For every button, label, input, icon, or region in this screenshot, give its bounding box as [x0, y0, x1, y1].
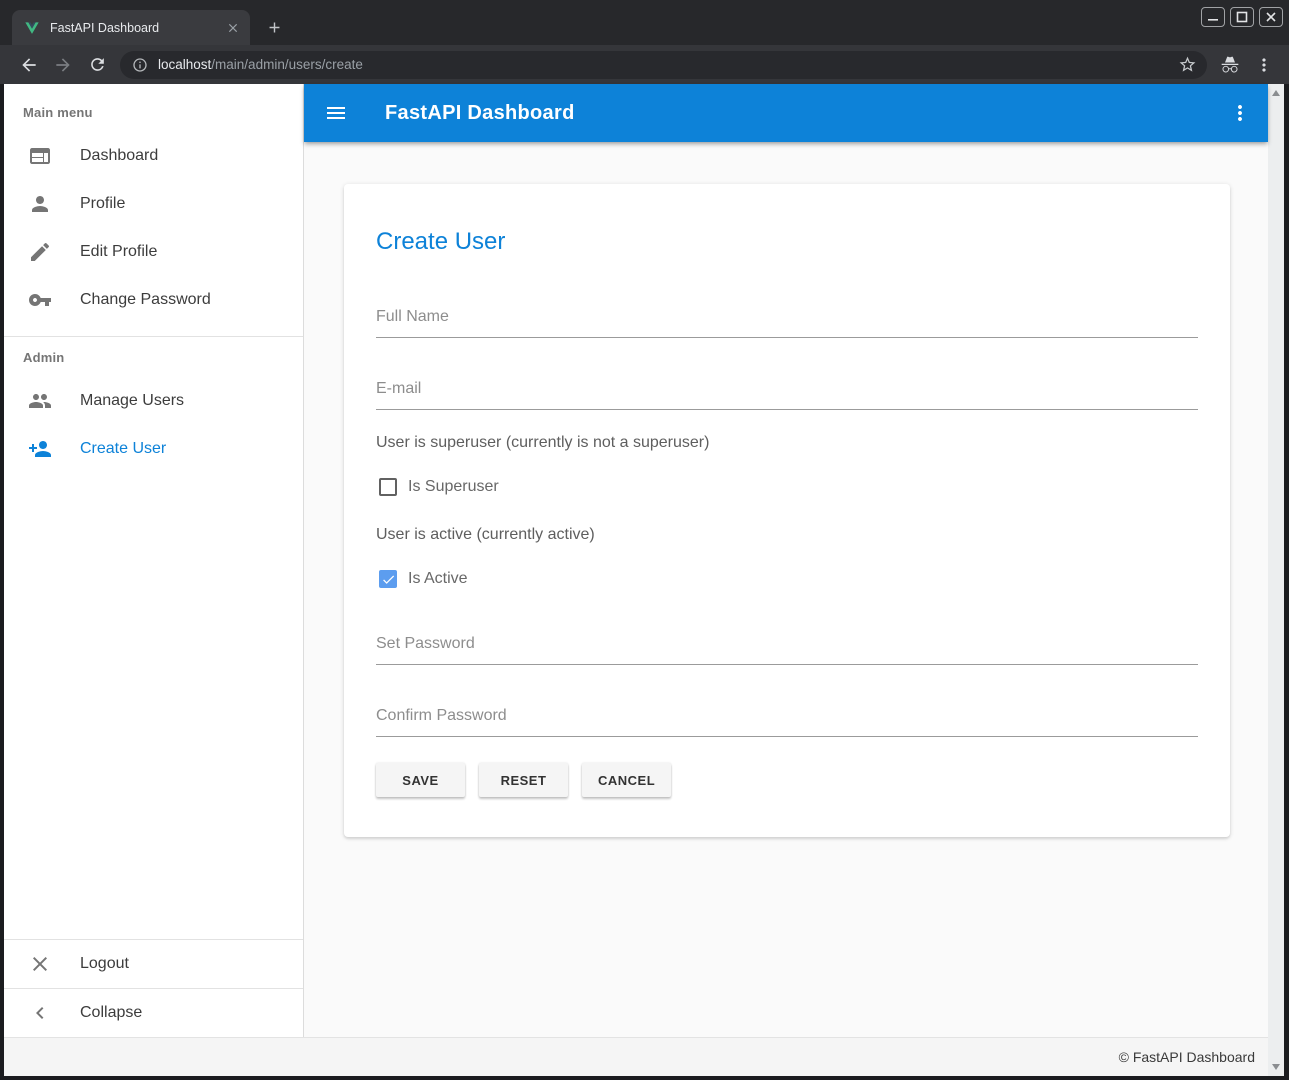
sidebar-item-label: Manage Users — [80, 392, 184, 410]
superuser-checkbox-row: Is Superuser — [376, 475, 1198, 499]
browser-window: FastAPI Dashboard — [0, 0, 1289, 1080]
bookmark-star-icon[interactable] — [1178, 55, 1197, 74]
tab-strip: FastAPI Dashboard — [0, 0, 1289, 45]
app-bar: FastAPI Dashboard — [304, 84, 1268, 142]
key-icon — [28, 288, 52, 312]
sidebar-item-edit-profile[interactable]: Edit Profile — [4, 228, 303, 276]
page-scrollbar[interactable] — [1268, 84, 1284, 1076]
email-input[interactable] — [376, 380, 1198, 410]
full-name-input[interactable] — [376, 308, 1198, 338]
forward-icon[interactable] — [46, 48, 80, 82]
sidebar-item-label: Logout — [80, 955, 129, 973]
vue-logo-icon — [24, 20, 40, 36]
pencil-icon — [28, 240, 52, 264]
sidebar-item-label: Change Password — [80, 291, 211, 309]
sidebar-item-change-password[interactable]: Change Password — [4, 276, 303, 324]
browser-tab[interactable]: FastAPI Dashboard — [12, 10, 250, 45]
sidebar-item-logout[interactable]: Logout — [4, 940, 303, 988]
cancel-button[interactable]: CANCEL — [582, 763, 671, 797]
page-body: Create User User is superuser (currently… — [304, 142, 1268, 1037]
sidebar-item-profile[interactable]: Profile — [4, 180, 303, 228]
scrollbar-down-icon[interactable] — [1272, 1064, 1280, 1070]
active-checkbox-row: Is Active — [376, 567, 1198, 591]
reset-button[interactable]: RESET — [479, 763, 568, 797]
sidebar-item-create-user[interactable]: Create User — [4, 425, 303, 473]
reload-icon[interactable] — [80, 48, 114, 82]
checkmark-icon — [381, 572, 396, 587]
close-icon — [28, 952, 52, 976]
sidebar-section-admin: Admin — [4, 337, 303, 377]
back-icon[interactable] — [12, 48, 46, 82]
person-add-icon — [28, 437, 52, 461]
app-content: Main menu Dashboard Profile — [4, 84, 1284, 1076]
sidebar-item-label: Profile — [80, 195, 125, 213]
sidebar-item-label: Dashboard — [80, 147, 158, 165]
url-text: localhost/main/admin/users/create — [158, 57, 1178, 72]
full-name-field-wrap — [376, 308, 1198, 338]
new-tab-button[interactable] — [266, 19, 283, 36]
confirm-password-input[interactable] — [376, 707, 1198, 737]
maximize-button[interactable] — [1230, 7, 1254, 27]
close-window-button[interactable] — [1259, 7, 1283, 27]
set-password-input[interactable] — [376, 635, 1198, 665]
app-title: FastAPI Dashboard — [385, 102, 575, 125]
url-host: localhost — [158, 57, 211, 72]
sidebar-item-label: Edit Profile — [80, 243, 157, 261]
url-path: /main/admin/users/create — [211, 57, 363, 72]
people-icon — [28, 389, 52, 413]
scrollbar-up-icon[interactable] — [1272, 90, 1280, 96]
superuser-hint: User is superuser (currently is not a su… — [376, 431, 1198, 455]
main-area: FastAPI Dashboard Create User — [304, 84, 1268, 1037]
hamburger-menu-icon[interactable] — [324, 101, 348, 125]
sidebar-item-manage-users[interactable]: Manage Users — [4, 377, 303, 425]
superuser-checkbox-label: Is Superuser — [408, 478, 499, 496]
sidebar-item-dashboard[interactable]: Dashboard — [4, 132, 303, 180]
save-button[interactable]: SAVE — [376, 763, 465, 797]
sidebar-item-collapse[interactable]: Collapse — [4, 989, 303, 1037]
tab-close-icon[interactable] — [224, 19, 242, 37]
active-checkbox[interactable] — [379, 570, 397, 588]
page-title: Create User — [376, 226, 1198, 258]
create-user-card: Create User User is superuser (currently… — [344, 184, 1230, 837]
app-menu-kebab-icon[interactable] — [1228, 101, 1252, 125]
sidebar-item-label: Collapse — [80, 1004, 142, 1022]
form-buttons: SAVE RESET CANCEL — [376, 763, 1198, 797]
page-info-icon[interactable] — [132, 57, 148, 73]
chevron-left-icon — [28, 1001, 52, 1025]
incognito-icon — [1213, 48, 1247, 82]
sidebar-item-label: Create User — [80, 440, 166, 458]
minimize-button[interactable] — [1201, 7, 1225, 27]
person-icon — [28, 192, 52, 216]
footer-copyright: © FastAPI Dashboard — [1119, 1049, 1255, 1065]
sidebar: Main menu Dashboard Profile — [4, 84, 304, 1037]
superuser-checkbox[interactable] — [379, 478, 397, 496]
confirm-password-field-wrap — [376, 707, 1198, 737]
email-field-wrap — [376, 380, 1198, 410]
active-hint: User is active (currently active) — [376, 523, 1198, 547]
tab-title: FastAPI Dashboard — [50, 21, 224, 35]
browser-menu-kebab-icon[interactable] — [1247, 48, 1281, 82]
browser-toolbar: localhost/main/admin/users/create — [0, 45, 1289, 84]
address-bar[interactable]: localhost/main/admin/users/create — [120, 51, 1207, 79]
app-footer: © FastAPI Dashboard — [4, 1037, 1268, 1076]
window-controls — [1201, 7, 1283, 27]
set-password-field-wrap — [376, 635, 1198, 665]
sidebar-section-main-menu: Main menu — [4, 92, 303, 132]
active-checkbox-label: Is Active — [408, 570, 468, 588]
web-icon — [28, 144, 52, 168]
sidebar-spacer — [4, 473, 303, 939]
